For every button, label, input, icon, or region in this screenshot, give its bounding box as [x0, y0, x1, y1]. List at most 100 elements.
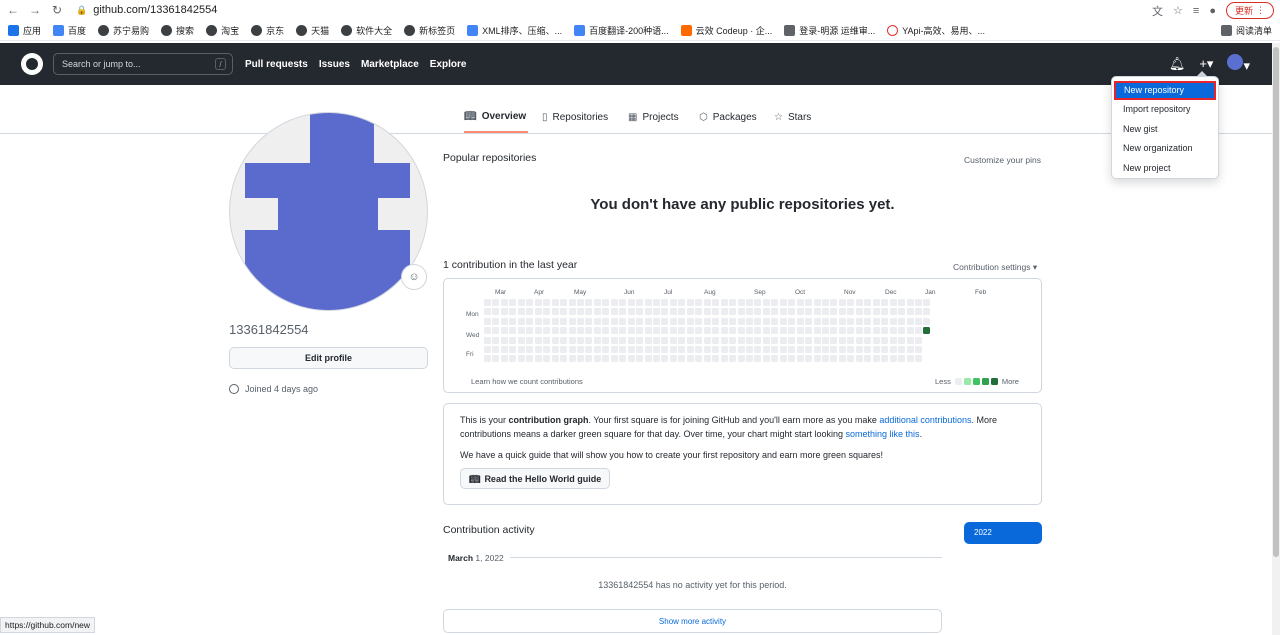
- contribution-day-cell[interactable]: [627, 299, 635, 306]
- contribution-day-cell[interactable]: [914, 327, 922, 335]
- bookmark-item[interactable]: 百度翻译-200种语...: [574, 24, 669, 37]
- contribution-day-cell[interactable]: [813, 299, 821, 306]
- contribution-day-cell[interactable]: [889, 317, 897, 325]
- contribution-day-cell[interactable]: [855, 317, 863, 325]
- contribution-day-cell[interactable]: [576, 355, 584, 363]
- menu-new-organization[interactable]: New organization: [1112, 139, 1218, 159]
- contribution-day-cell[interactable]: [754, 308, 762, 316]
- contribution-day-cell[interactable]: [906, 317, 914, 325]
- contribution-day-cell[interactable]: [686, 336, 694, 344]
- contribution-day-cell[interactable]: [585, 317, 593, 325]
- contribution-day-cell[interactable]: [602, 299, 610, 306]
- back-icon[interactable]: ←: [4, 3, 22, 17]
- contribution-day-cell[interactable]: [500, 355, 508, 363]
- contribution-day-cell[interactable]: [492, 346, 500, 353]
- contribution-day-cell[interactable]: [644, 327, 652, 335]
- contribution-day-cell[interactable]: [813, 355, 821, 363]
- contribution-day-cell[interactable]: [703, 346, 711, 353]
- contribution-day-cell[interactable]: [720, 299, 728, 306]
- contribution-day-cell[interactable]: [822, 308, 829, 316]
- contribution-day-cell[interactable]: [678, 336, 686, 344]
- contribution-day-cell[interactable]: [686, 346, 694, 353]
- contribution-day-cell[interactable]: [602, 346, 610, 353]
- contribution-day-cell[interactable]: [872, 336, 880, 344]
- contribution-day-cell[interactable]: [627, 355, 635, 363]
- contribution-day-cell[interactable]: [729, 336, 737, 344]
- contribution-day-cell[interactable]: [560, 327, 568, 335]
- contribution-day-cell[interactable]: [855, 308, 863, 316]
- contribution-day-cell[interactable]: [838, 355, 846, 363]
- contribution-day-cell[interactable]: [864, 346, 872, 353]
- contribution-day-cell[interactable]: [627, 308, 635, 316]
- contribution-day-cell[interactable]: [838, 327, 846, 335]
- contribution-day-cell[interactable]: [492, 317, 500, 325]
- contribution-day-cell[interactable]: [653, 317, 660, 325]
- contribution-day-cell[interactable]: [729, 346, 737, 353]
- contribution-day-cell[interactable]: [686, 299, 694, 306]
- contribution-day-cell[interactable]: [847, 355, 855, 363]
- contribution-day-cell[interactable]: [830, 317, 838, 325]
- contribution-day-cell[interactable]: [796, 355, 804, 363]
- contribution-day-cell[interactable]: [610, 308, 618, 316]
- bookmark-item[interactable]: 淘宝: [206, 24, 239, 37]
- contribution-day-cell[interactable]: [568, 327, 576, 335]
- contribution-day-cell[interactable]: [881, 299, 889, 306]
- contribution-day-cell[interactable]: [712, 346, 720, 353]
- contribution-day-cell[interactable]: [686, 317, 694, 325]
- hello-world-guide-button[interactable]: 📖︎ Read the Hello World guide: [460, 468, 611, 489]
- contribution-day-cell[interactable]: [745, 327, 753, 335]
- contribution-day-cell[interactable]: [636, 346, 644, 353]
- bookmark-item[interactable]: 苏宁易购: [98, 24, 149, 37]
- contribution-day-cell[interactable]: [872, 355, 880, 363]
- contribution-day-cell[interactable]: [695, 336, 703, 344]
- bookmark-item[interactable]: XML排序、压缩、...: [467, 24, 562, 37]
- contribution-day-cell[interactable]: [923, 299, 931, 306]
- contribution-day-cell[interactable]: [830, 336, 838, 344]
- contribution-day-cell[interactable]: [568, 308, 576, 316]
- contribution-day-cell[interactable]: [644, 336, 652, 344]
- contribution-day-cell[interactable]: [745, 355, 753, 363]
- tab-repositories[interactable]: ▯ Repositories: [542, 102, 608, 133]
- contribution-day-cell[interactable]: [560, 346, 568, 353]
- contribution-day-cell[interactable]: [838, 317, 846, 325]
- contribution-day-cell[interactable]: [805, 308, 813, 316]
- contribution-day-cell[interactable]: [636, 327, 644, 335]
- contribution-day-cell[interactable]: [889, 299, 897, 306]
- contribution-day-cell[interactable]: [568, 336, 576, 344]
- contribution-day-cell[interactable]: [745, 336, 753, 344]
- contribution-day-cell[interactable]: [830, 346, 838, 353]
- contribution-day-cell[interactable]: [788, 299, 796, 306]
- contribution-day-cell[interactable]: [534, 355, 542, 363]
- avatar[interactable]: [229, 112, 428, 311]
- contribution-day-cell[interactable]: [661, 317, 669, 325]
- contribution-day-cell[interactable]: [500, 317, 508, 325]
- contribution-day-cell[interactable]: [771, 336, 779, 344]
- contribution-day-cell[interactable]: [813, 317, 821, 325]
- contribution-day-cell[interactable]: [678, 355, 686, 363]
- contribution-day-cell[interactable]: [830, 308, 838, 316]
- contribution-day-cell[interactable]: [568, 355, 576, 363]
- contribution-day-cell[interactable]: [703, 308, 711, 316]
- contribution-day-cell[interactable]: [754, 299, 762, 306]
- bookmark-item[interactable]: YApi-高效、易用、...: [887, 24, 985, 37]
- contribution-day-cell[interactable]: [737, 308, 745, 316]
- contribution-day-cell[interactable]: [813, 346, 821, 353]
- contribution-day-cell[interactable]: [543, 317, 551, 325]
- contribution-day-cell[interactable]: [720, 355, 728, 363]
- contribution-day-cell[interactable]: [610, 336, 618, 344]
- contribution-day-cell[interactable]: [898, 336, 906, 344]
- contribution-day-cell[interactable]: [720, 317, 728, 325]
- year-2022-button[interactable]: 2022: [964, 522, 1042, 544]
- contribution-day-cell[interactable]: [653, 346, 660, 353]
- url-field[interactable]: 🔒 github.com/13361842554: [76, 4, 217, 16]
- contribution-day-cell[interactable]: [737, 299, 745, 306]
- contribution-day-cell[interactable]: [509, 346, 517, 353]
- contribution-day-cell[interactable]: [847, 317, 855, 325]
- contribution-day-cell[interactable]: [847, 346, 855, 353]
- contribution-day-cell[interactable]: [509, 355, 517, 363]
- contribution-day-cell[interactable]: [585, 336, 593, 344]
- contribution-day-cell[interactable]: [619, 355, 627, 363]
- contribution-day-cell[interactable]: [729, 308, 737, 316]
- contribution-day-cell[interactable]: [847, 336, 855, 344]
- contribution-day-cell[interactable]: [500, 327, 508, 335]
